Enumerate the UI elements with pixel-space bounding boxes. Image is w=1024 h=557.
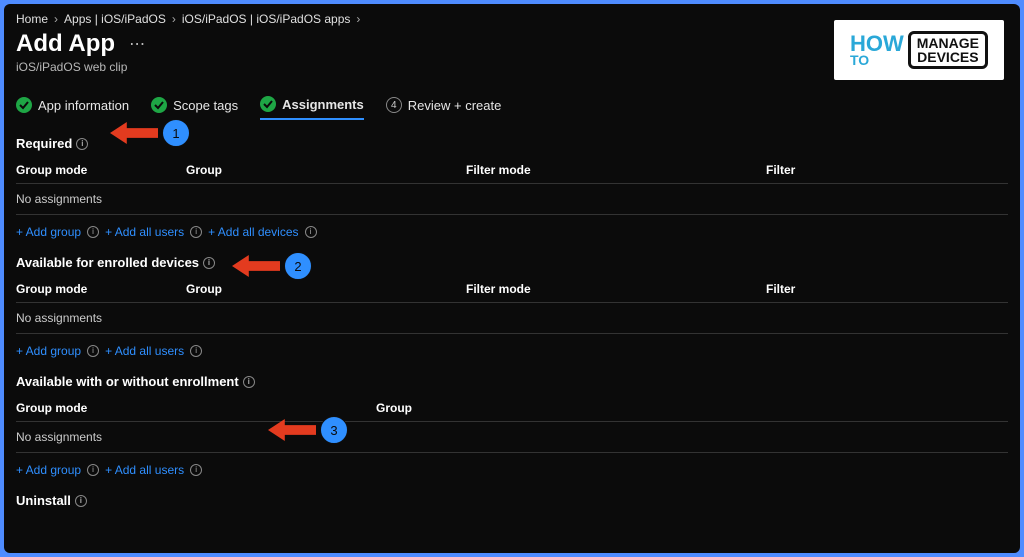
no-assignments-text: No assignments bbox=[16, 192, 102, 206]
table-headers-enrolled: Group mode Group Filter mode Filter bbox=[16, 282, 1008, 303]
header-group: Group bbox=[186, 163, 466, 177]
step-app-information[interactable]: App information bbox=[16, 96, 129, 120]
header-filter: Filter bbox=[766, 282, 1008, 296]
add-group-link[interactable]: + Add group bbox=[16, 225, 81, 239]
section-title-text: Available for enrolled devices bbox=[16, 255, 199, 270]
section-title-with-without: Available with or without enrollment i bbox=[16, 374, 1008, 389]
section-enrolled: Available for enrolled devices i Group m… bbox=[16, 255, 1008, 358]
step-label: App information bbox=[38, 98, 129, 113]
section-title-enrolled: Available for enrolled devices i bbox=[16, 255, 1008, 270]
header-group: Group bbox=[376, 401, 1008, 415]
step-review-create[interactable]: 4 Review + create bbox=[386, 96, 502, 120]
step-assignments[interactable]: Assignments bbox=[260, 96, 364, 120]
breadcrumb-apps[interactable]: Apps | iOS/iPadOS bbox=[64, 12, 166, 26]
logo-manage-devices: MANAGEDEVICES bbox=[908, 31, 988, 69]
page-title: Add App bbox=[16, 30, 115, 58]
check-icon bbox=[151, 97, 167, 113]
header-filter-mode: Filter mode bbox=[466, 163, 766, 177]
table-row-empty: No assignments bbox=[16, 422, 1008, 453]
actions-enrolled: + Add group i + Add all users i bbox=[16, 344, 1008, 358]
header-group: Group bbox=[186, 282, 466, 296]
section-title-text: Available with or without enrollment bbox=[16, 374, 239, 389]
more-menu-button[interactable]: ⋯ bbox=[125, 34, 149, 54]
wizard-steps: App information Scope tags Assignments 4… bbox=[16, 96, 1008, 120]
app-frame: Home › Apps | iOS/iPadOS › iOS/iPadOS | … bbox=[4, 4, 1020, 553]
add-all-users-link[interactable]: + Add all users bbox=[105, 225, 184, 239]
table-row-empty: No assignments bbox=[16, 303, 1008, 334]
info-icon[interactable]: i bbox=[190, 226, 202, 238]
step-scope-tags[interactable]: Scope tags bbox=[151, 96, 238, 120]
info-icon[interactable]: i bbox=[87, 464, 99, 476]
info-icon[interactable]: i bbox=[87, 345, 99, 357]
step-number-icon: 4 bbox=[386, 97, 402, 113]
section-title-uninstall: Uninstall i bbox=[16, 493, 1008, 508]
section-uninstall: Uninstall i bbox=[16, 493, 1008, 508]
chevron-right-icon: › bbox=[54, 12, 58, 26]
header-group-mode: Group mode bbox=[16, 401, 376, 415]
table-headers-required: Group mode Group Filter mode Filter bbox=[16, 163, 1008, 184]
info-icon[interactable]: i bbox=[75, 495, 87, 507]
section-title-required: Required i bbox=[16, 136, 1008, 151]
check-icon bbox=[16, 97, 32, 113]
section-title-text: Required bbox=[16, 136, 72, 151]
table-headers-with-without: Group mode Group bbox=[16, 401, 1008, 422]
add-group-link[interactable]: + Add group bbox=[16, 463, 81, 477]
actions-required: + Add group i + Add all users i + Add al… bbox=[16, 225, 1008, 239]
header-group-mode: Group mode bbox=[16, 282, 186, 296]
add-all-devices-link[interactable]: + Add all devices bbox=[208, 225, 298, 239]
breadcrumb-ios-apps[interactable]: iOS/iPadOS | iOS/iPadOS apps bbox=[182, 12, 351, 26]
header-filter-mode: Filter mode bbox=[466, 282, 766, 296]
section-title-text: Uninstall bbox=[16, 493, 71, 508]
how-to-manage-devices-logo: HOWTO MANAGEDEVICES bbox=[834, 20, 1004, 80]
no-assignments-text: No assignments bbox=[16, 311, 102, 325]
section-required: Required i Group mode Group Filter mode … bbox=[16, 136, 1008, 239]
info-icon[interactable]: i bbox=[203, 257, 215, 269]
chevron-right-icon: › bbox=[172, 12, 176, 26]
step-label: Review + create bbox=[408, 98, 502, 113]
actions-with-without: + Add group i + Add all users i bbox=[16, 463, 1008, 477]
info-icon[interactable]: i bbox=[243, 376, 255, 388]
info-icon[interactable]: i bbox=[190, 464, 202, 476]
table-row-empty: No assignments bbox=[16, 184, 1008, 215]
breadcrumb-home[interactable]: Home bbox=[16, 12, 48, 26]
logo-how-to: HOWTO bbox=[850, 34, 904, 66]
info-icon[interactable]: i bbox=[76, 138, 88, 150]
header-filter: Filter bbox=[766, 163, 1008, 177]
info-icon[interactable]: i bbox=[87, 226, 99, 238]
info-icon[interactable]: i bbox=[190, 345, 202, 357]
section-with-without: Available with or without enrollment i G… bbox=[16, 374, 1008, 477]
chevron-right-icon: › bbox=[356, 12, 360, 26]
no-assignments-text: No assignments bbox=[16, 430, 102, 444]
check-icon bbox=[260, 96, 276, 112]
header-group-mode: Group mode bbox=[16, 163, 186, 177]
add-all-users-link[interactable]: + Add all users bbox=[105, 463, 184, 477]
info-icon[interactable]: i bbox=[305, 226, 317, 238]
add-group-link[interactable]: + Add group bbox=[16, 344, 81, 358]
step-label: Assignments bbox=[282, 97, 364, 112]
add-all-users-link[interactable]: + Add all users bbox=[105, 344, 184, 358]
step-label: Scope tags bbox=[173, 98, 238, 113]
